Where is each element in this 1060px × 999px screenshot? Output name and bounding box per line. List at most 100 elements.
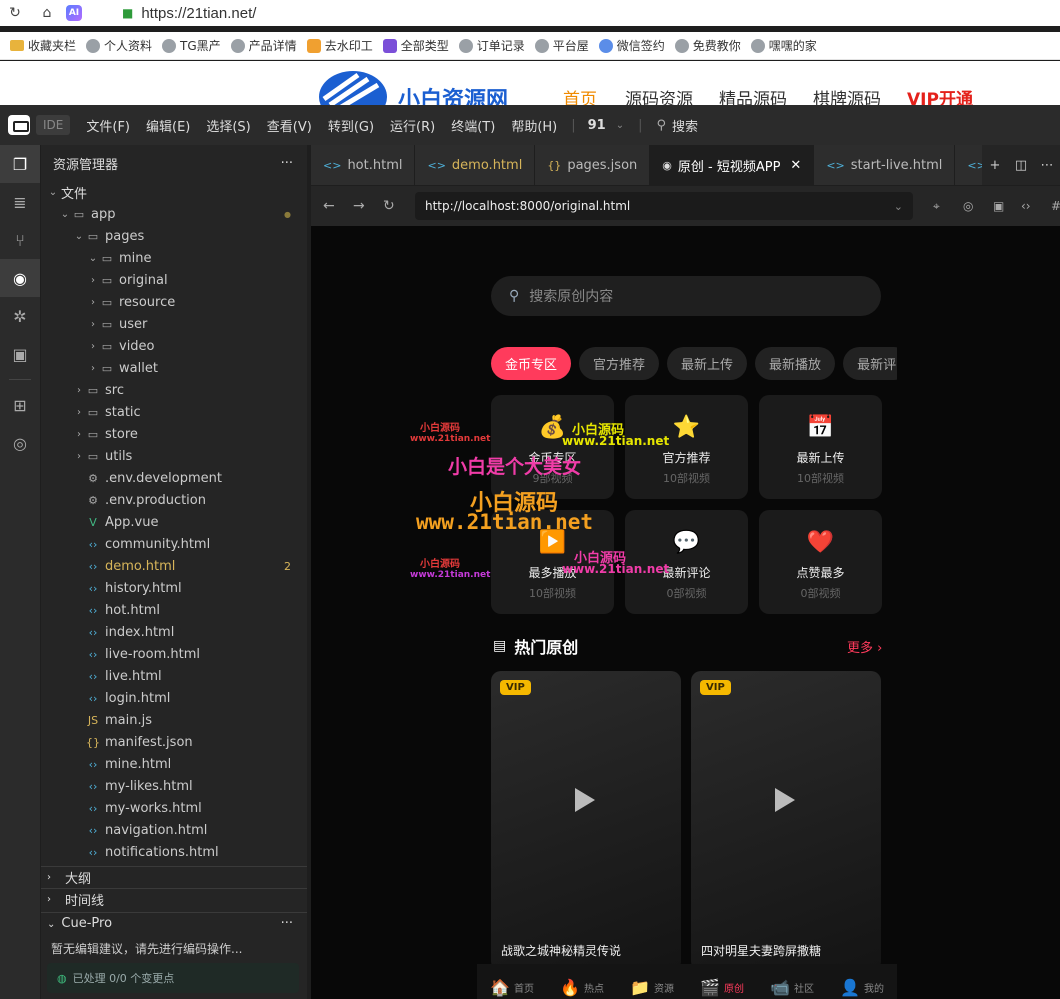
tree-root[interactable]: ⌄ 文件: [41, 181, 307, 203]
tree-file[interactable]: ⚙ .env.production: [41, 489, 307, 511]
tree-folder[interactable]: › ▭ resource: [41, 291, 307, 313]
tree-file[interactable]: {} manifest.json: [41, 731, 307, 753]
site-nav-source[interactable]: 源码资源: [625, 85, 693, 105]
tree-file[interactable]: ‹› live-room.html: [41, 643, 307, 665]
refresh-icon[interactable]: ↻: [383, 198, 395, 214]
tree-file[interactable]: ‹› my-works.html: [41, 797, 307, 819]
tree-file[interactable]: ⚙ .env.development: [41, 467, 307, 489]
tree-folder[interactable]: › ▭ wallet: [41, 357, 307, 379]
tree-file[interactable]: ‹› login.html: [41, 687, 307, 709]
bookmark-item[interactable]: 产品详情: [230, 37, 297, 54]
tree-folder[interactable]: › ▭ original: [41, 269, 307, 291]
bookmark-item[interactable]: 微信签约: [598, 37, 665, 54]
tree-folder[interactable]: ⌄ ▭ pages: [41, 225, 307, 247]
menu-goto[interactable]: 转到(G): [328, 116, 374, 135]
bottom-nav-item[interactable]: 🏠 首页: [490, 978, 534, 997]
bookmark-item[interactable]: 订单记录: [458, 37, 525, 54]
site-nav-chess[interactable]: 棋牌源码: [813, 85, 881, 105]
split-editor-icon[interactable]: ◫: [1008, 158, 1034, 173]
tree-file[interactable]: V App.vue: [41, 511, 307, 533]
tree-file[interactable]: ‹› navigation.html: [41, 819, 307, 841]
home-icon[interactable]: ⌂: [36, 5, 58, 21]
play-icon[interactable]: [575, 788, 595, 812]
tree-folder[interactable]: ⌄ ▭ mine: [41, 247, 307, 269]
bookmark-item[interactable]: 全部类型: [382, 37, 449, 54]
tree-folder[interactable]: › ▭ store: [41, 423, 307, 445]
bookmark-item[interactable]: 嘿嘿的家: [750, 37, 817, 54]
bottom-nav-item[interactable]: 🔥 热点: [560, 978, 604, 997]
more-icon[interactable]: ···: [281, 156, 293, 171]
editor-tab[interactable]: <> demo.html: [415, 145, 536, 185]
editor-tab[interactable]: ◉ 原创 - 短视频APP ✕: [650, 145, 815, 185]
close-tab-icon[interactable]: ✕: [790, 158, 801, 173]
tree-folder[interactable]: › ▭ user: [41, 313, 307, 335]
editor-tab[interactable]: {} pages.json: [535, 145, 651, 185]
menu-view[interactable]: 查看(V): [267, 116, 312, 135]
debug-icon[interactable]: ✲: [0, 297, 40, 335]
category-chip[interactable]: 最新播放: [755, 347, 836, 380]
back-icon[interactable]: ←: [323, 198, 335, 214]
category-chip[interactable]: 金币专区: [491, 347, 572, 380]
category-chip[interactable]: 最新评: [843, 347, 897, 380]
number-selector[interactable]: 91: [588, 118, 606, 133]
more-icon[interactable]: ···: [281, 916, 293, 931]
category-chip[interactable]: 最新上传: [667, 347, 748, 380]
add-tab-icon[interactable]: +: [982, 158, 1008, 173]
tree-file[interactable]: ‹› community.html: [41, 533, 307, 555]
inspect-icon[interactable]: ⌖: [933, 199, 940, 214]
menu-file[interactable]: 文件(F): [86, 116, 130, 135]
menu-terminal[interactable]: 终端(T): [451, 116, 495, 135]
site-nav-premium[interactable]: 精品源码: [719, 85, 787, 105]
code-icon[interactable]: ‹›: [1021, 199, 1031, 213]
menu-run[interactable]: 运行(R): [390, 116, 435, 135]
site-nav-home[interactable]: 首页: [563, 85, 597, 105]
bottom-nav-item[interactable]: 👤 我的: [840, 978, 884, 997]
tree-file[interactable]: ‹› index.html: [41, 621, 307, 643]
bookmark-folder[interactable]: 收藏夹栏: [10, 37, 76, 54]
tree-file[interactable]: JS main.js: [41, 709, 307, 731]
tree-folder[interactable]: › ▭ utils: [41, 445, 307, 467]
menu-help[interactable]: 帮助(H): [511, 116, 557, 135]
bookmark-item[interactable]: TG黑产: [162, 37, 221, 54]
video-card[interactable]: VIP 四对明星夫妻跨屏撒糖: [691, 671, 881, 971]
preview-eye-icon[interactable]: ◉: [0, 259, 40, 297]
tree-folder[interactable]: ⌄ ▭ app ●: [41, 203, 307, 225]
more-link[interactable]: 更多 ›: [847, 637, 882, 656]
tree-file[interactable]: ‹› my-likes.html: [41, 775, 307, 797]
editor-tab[interactable]: <> hot.html: [311, 145, 416, 185]
compass-icon[interactable]: ◎: [963, 199, 973, 213]
tree-file[interactable]: ‹› history.html: [41, 577, 307, 599]
source-control-icon[interactable]: ⑂: [0, 221, 40, 259]
tree-folder[interactable]: › ▭ src: [41, 379, 307, 401]
search-replace-icon[interactable]: ≣: [0, 183, 40, 221]
menu-edit[interactable]: 编辑(E): [146, 116, 190, 135]
hash-icon[interactable]: #: [1051, 199, 1060, 213]
forward-icon[interactable]: →: [353, 198, 365, 214]
reload-icon[interactable]: ↻: [4, 5, 26, 21]
category-card[interactable]: ❤️ 点赞最多 0部视频: [759, 510, 882, 614]
category-chip[interactable]: 官方推荐: [579, 347, 660, 380]
extensions-icon[interactable]: ⊞: [0, 386, 40, 424]
cue-section[interactable]: ⌄ Cue-Pro ···: [41, 912, 307, 934]
explorer-icon[interactable]: ❐: [0, 145, 40, 183]
global-search[interactable]: 搜索: [672, 116, 698, 135]
bottom-nav-item[interactable]: 📁 资源: [630, 978, 674, 997]
tree-file[interactable]: ‹› notifications.html: [41, 841, 307, 863]
ai-assist-icon[interactable]: ◎: [0, 424, 40, 462]
tree-folder[interactable]: › ▭ video: [41, 335, 307, 357]
screenshot-icon[interactable]: ▣: [993, 199, 1004, 213]
site-nav-vip[interactable]: VIP开通: [907, 85, 973, 105]
bottom-nav-item[interactable]: 📹 社区: [770, 978, 814, 997]
preview-url-input[interactable]: http://localhost:8000/original.html ⌄: [415, 192, 913, 220]
bookmark-item[interactable]: 个人资料: [86, 37, 152, 54]
editor-tab[interactable]: <> start-live.html: [814, 145, 956, 185]
menu-select[interactable]: 选择(S): [206, 116, 250, 135]
bookmark-item[interactable]: 免费教你: [674, 37, 741, 54]
bookmark-item[interactable]: 平台屋: [534, 37, 589, 54]
bookmark-item[interactable]: 去水印工: [306, 37, 373, 54]
ai-icon[interactable]: AI: [66, 5, 82, 21]
video-card[interactable]: VIP 战歌之城神秘精灵传说: [491, 671, 681, 971]
bottom-nav-item[interactable]: 🎬 原创: [700, 978, 744, 997]
outline-section[interactable]: › 大纲: [41, 866, 307, 888]
search-input[interactable]: ⚲ 搜索原创内容: [491, 276, 881, 316]
